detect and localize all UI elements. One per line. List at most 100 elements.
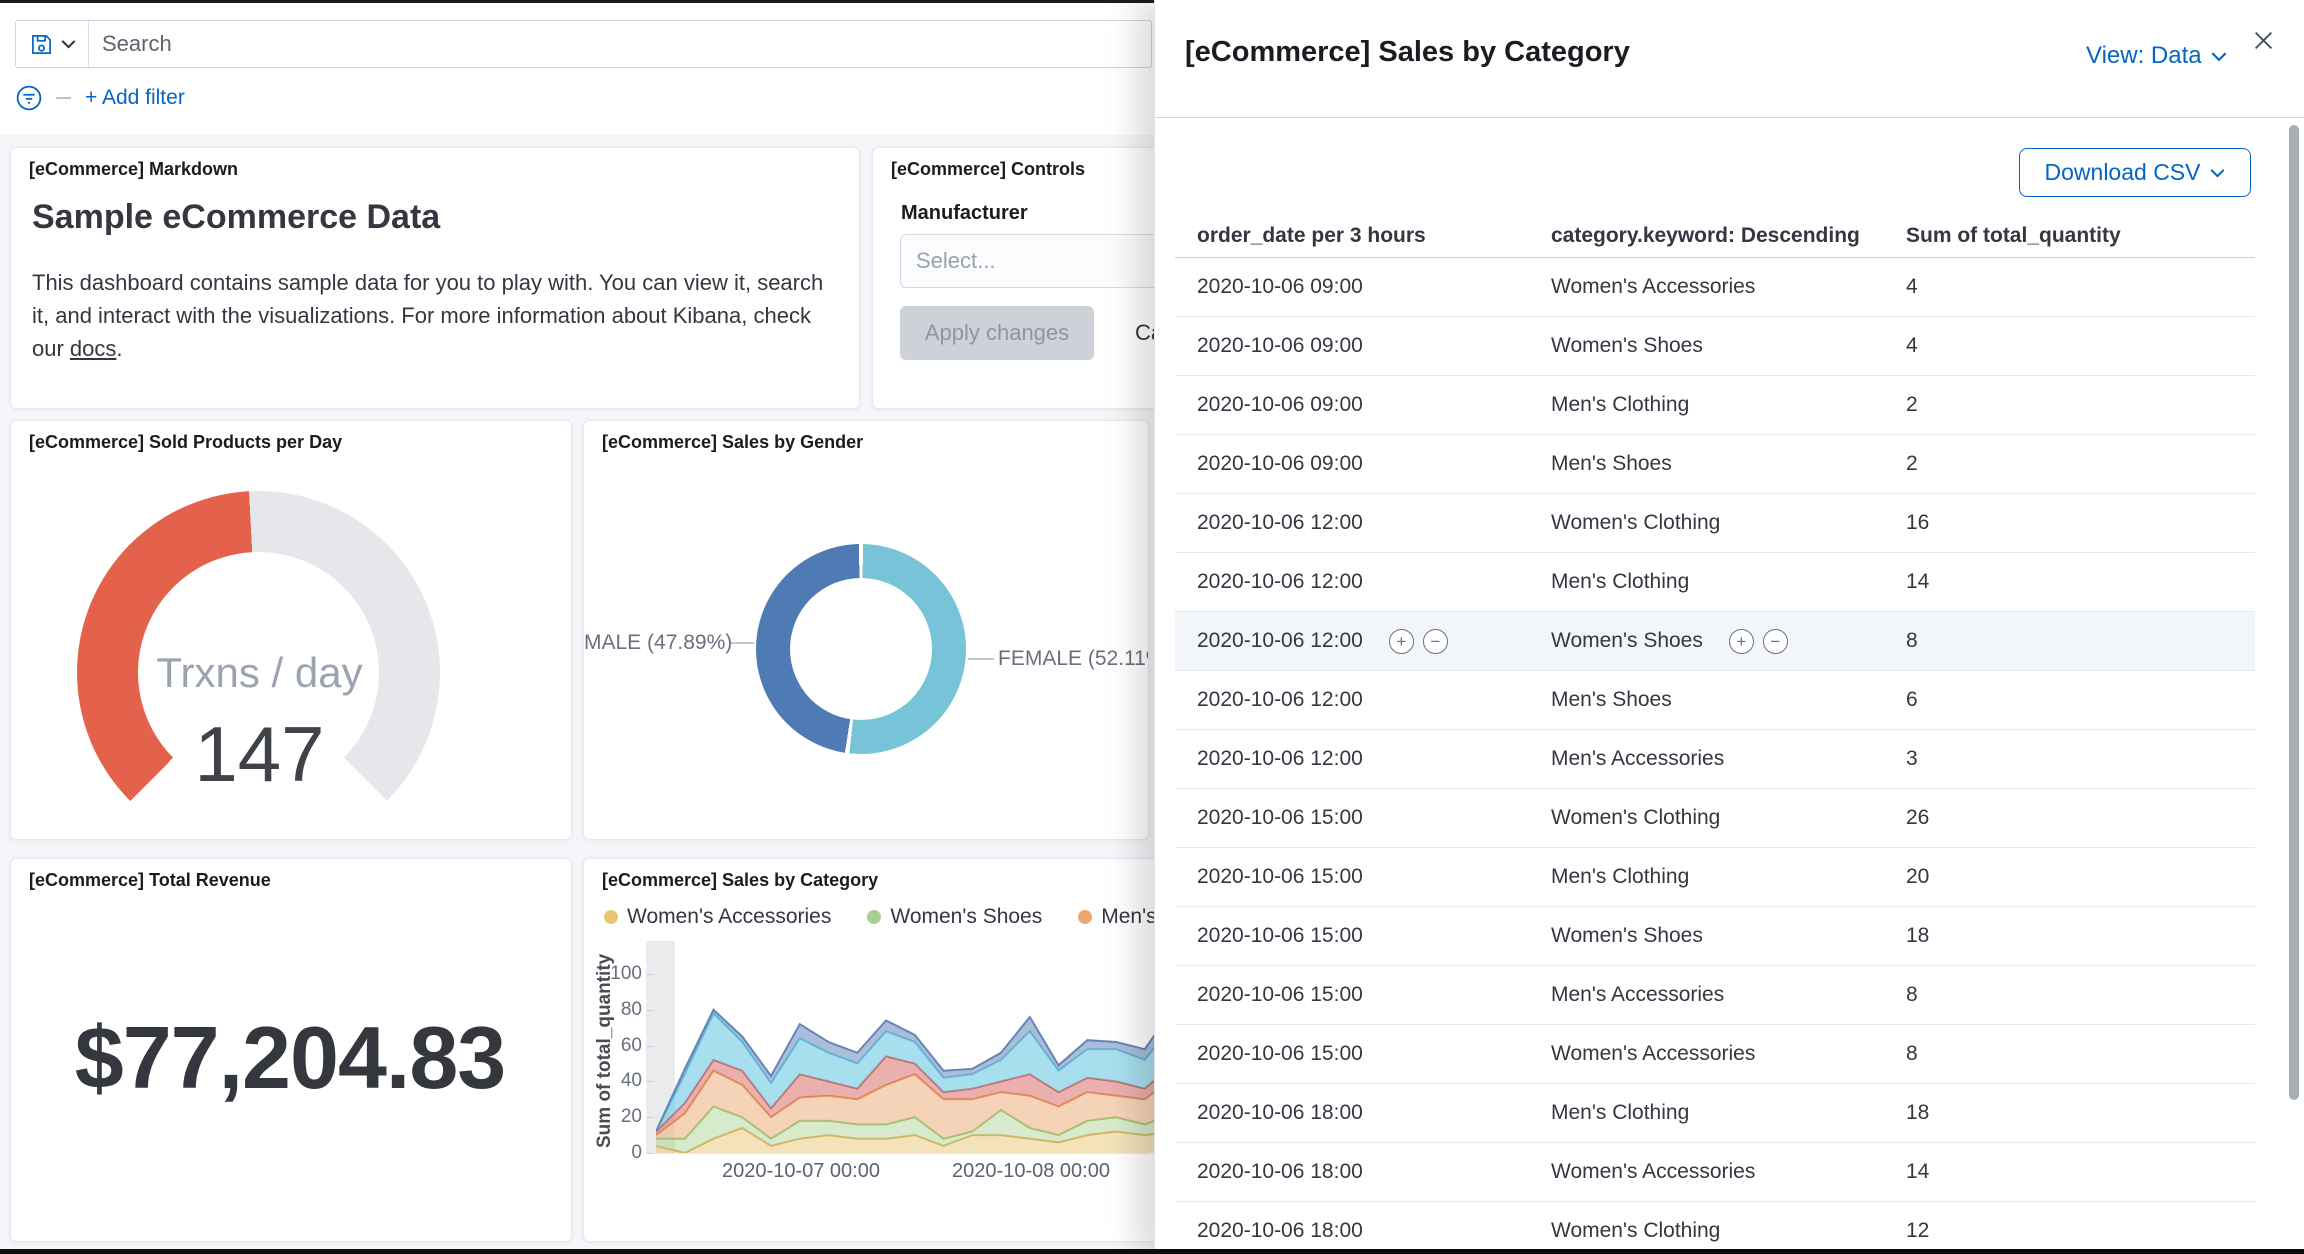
chevron-down-icon	[2211, 51, 2227, 61]
category-value: Women's Clothing	[1551, 806, 1721, 829]
category-area-svg	[656, 1008, 1166, 1153]
donut-label-female: FEMALE (52.11%)	[998, 647, 1148, 670]
quantity-value: 4	[1906, 334, 1918, 357]
add-filter-link[interactable]: + Add filter	[85, 86, 185, 110]
table-row: 2020-10-06 09:00 Men's Clothing 2	[1175, 376, 2255, 435]
select-placeholder: Select...	[916, 248, 996, 273]
y-tick-mark	[647, 1117, 654, 1119]
table-row: 2020-10-06 18:00 Women's Accessories 14	[1175, 1143, 2255, 1202]
order-date-value: 2020-10-06 15:00	[1197, 1042, 1363, 1065]
table-row: 2020-10-06 18:00 Men's Clothing 18	[1175, 1084, 2255, 1143]
table-row: 2020-10-06 15:00 Men's Accessories 8	[1175, 966, 2255, 1025]
y-tick-label: 60	[620, 1034, 642, 1056]
download-csv-button[interactable]: Download CSV	[2019, 148, 2251, 197]
quantity-value: 2	[1906, 452, 1918, 475]
cell-quantity: 20	[1884, 865, 2255, 889]
quantity-value: 3	[1906, 747, 1918, 770]
cell-quantity: 18	[1884, 1101, 2255, 1125]
cell-category: Women's Shoes	[1529, 334, 1884, 358]
close-button[interactable]	[2247, 24, 2279, 56]
category-value: Women's Clothing	[1551, 1219, 1721, 1242]
saved-query-menu-button[interactable]	[16, 21, 88, 67]
quantity-value: 14	[1906, 1160, 1930, 1183]
quantity-value: 26	[1906, 806, 1930, 829]
filter-options-icon[interactable]	[16, 85, 42, 111]
chart-legend: Women's AccessoriesWomen's ShoesMen's Cl…	[604, 905, 1166, 929]
panel-title: [eCommerce] Sales by Category	[602, 870, 879, 890]
y-tick-label: 40	[620, 1070, 642, 1092]
quantity-value: 8	[1906, 983, 1918, 1006]
header-divider	[1155, 117, 2304, 118]
cell-quantity: 12	[1884, 1219, 2255, 1243]
search-input[interactable]: Search	[89, 31, 172, 57]
order-date-value: 2020-10-06 15:00	[1197, 983, 1363, 1006]
category-value: Men's Accessories	[1551, 747, 1725, 770]
category-value: Men's Clothing	[1551, 393, 1690, 416]
cell-order-date: 2020-10-06 09:00	[1175, 452, 1529, 476]
search-bar[interactable]: Search	[15, 20, 1152, 68]
cell-quantity: 8	[1884, 629, 2255, 653]
scrollbar-thumb[interactable]	[2289, 125, 2299, 1100]
donut-label-male: MALE (47.89%)	[584, 631, 733, 654]
y-tick-mark	[647, 1153, 654, 1154]
cell-category: Women's Accessories	[1529, 1160, 1884, 1184]
table-row: 2020-10-06 15:00 Women's Accessories 8	[1175, 1025, 2255, 1084]
cell-quantity: 6	[1884, 688, 2255, 712]
order-date-value: 2020-10-06 12:00	[1197, 747, 1363, 770]
cell-category: Women's Shoes + −	[1529, 628, 1884, 654]
category-value: Men's Shoes	[1551, 688, 1672, 711]
order-date-value: 2020-10-06 18:00	[1197, 1219, 1363, 1242]
cell-category: Men's Accessories	[1529, 747, 1884, 771]
category-value: Men's Accessories	[1551, 983, 1725, 1006]
filter-out-value-icon[interactable]: −	[1422, 628, 1448, 654]
cell-quantity: 4	[1884, 334, 2255, 358]
cell-quantity: 4	[1884, 275, 2255, 299]
filter-out-value-icon[interactable]: −	[1762, 628, 1788, 654]
cell-quantity: 26	[1884, 806, 2255, 830]
legend-item[interactable]: Women's Accessories	[604, 905, 831, 929]
label-connector	[730, 642, 754, 644]
docs-link[interactable]: docs	[70, 336, 116, 361]
markdown-text: This dashboard contains sample data for …	[32, 270, 824, 361]
cell-order-date: 2020-10-06 12:00	[1175, 747, 1529, 771]
donut-chart[interactable]	[756, 544, 966, 754]
category-value: Women's Shoes	[1551, 924, 1703, 947]
y-tick-label: 80	[620, 998, 642, 1020]
quantity-value: 12	[1906, 1219, 1930, 1242]
order-date-value: 2020-10-06 12:00	[1197, 570, 1363, 593]
table-row: 2020-10-06 12:00 + − Women's Shoes + − 8	[1175, 612, 2255, 671]
quantity-value: 16	[1906, 511, 1930, 534]
legend-dot-icon	[867, 910, 882, 924]
table-row: 2020-10-06 09:00 Women's Shoes 4	[1175, 317, 2255, 376]
markdown-text-suffix: .	[116, 336, 123, 361]
table-row: 2020-10-06 15:00 Women's Clothing 26	[1175, 789, 2255, 848]
order-date-value: 2020-10-06 09:00	[1197, 393, 1363, 416]
order-date-value: 2020-10-06 09:00	[1197, 452, 1363, 475]
quantity-value: 8	[1906, 629, 1918, 652]
cell-order-date: 2020-10-06 12:00	[1175, 688, 1529, 712]
order-date-value: 2020-10-06 15:00	[1197, 865, 1363, 888]
legend-label: Women's Shoes	[890, 905, 1043, 928]
legend-dot-icon	[604, 910, 618, 924]
category-value: Women's Accessories	[1551, 275, 1756, 298]
legend-item[interactable]: Women's Shoes	[867, 905, 1042, 929]
table-row: 2020-10-06 15:00 Women's Shoes 18	[1175, 907, 2255, 966]
category-value: Men's Shoes	[1551, 452, 1672, 475]
cell-category: Men's Shoes	[1529, 688, 1884, 712]
table-row: 2020-10-06 09:00 Men's Shoes 2	[1175, 435, 2255, 494]
quantity-value: 14	[1906, 570, 1930, 593]
cell-order-date: 2020-10-06 12:00 + −	[1175, 628, 1529, 654]
cell-order-date: 2020-10-06 18:00	[1175, 1219, 1529, 1243]
cell-quantity: 16	[1884, 511, 2255, 535]
x-axis-line	[650, 1153, 1150, 1154]
view-data-dropdown[interactable]: View: Data	[2086, 42, 2227, 70]
filter-for-value-icon[interactable]: +	[1728, 628, 1754, 654]
apply-changes-button[interactable]: Apply changes	[900, 306, 1094, 360]
cell-order-date: 2020-10-06 09:00	[1175, 334, 1529, 358]
cell-category: Women's Shoes	[1529, 924, 1884, 948]
cell-order-date: 2020-10-06 12:00	[1175, 511, 1529, 535]
filter-for-value-icon[interactable]: +	[1388, 628, 1414, 654]
y-tick-label: 0	[631, 1142, 642, 1163]
quantity-value: 20	[1906, 865, 1930, 888]
y-tick-mark	[647, 1081, 654, 1083]
